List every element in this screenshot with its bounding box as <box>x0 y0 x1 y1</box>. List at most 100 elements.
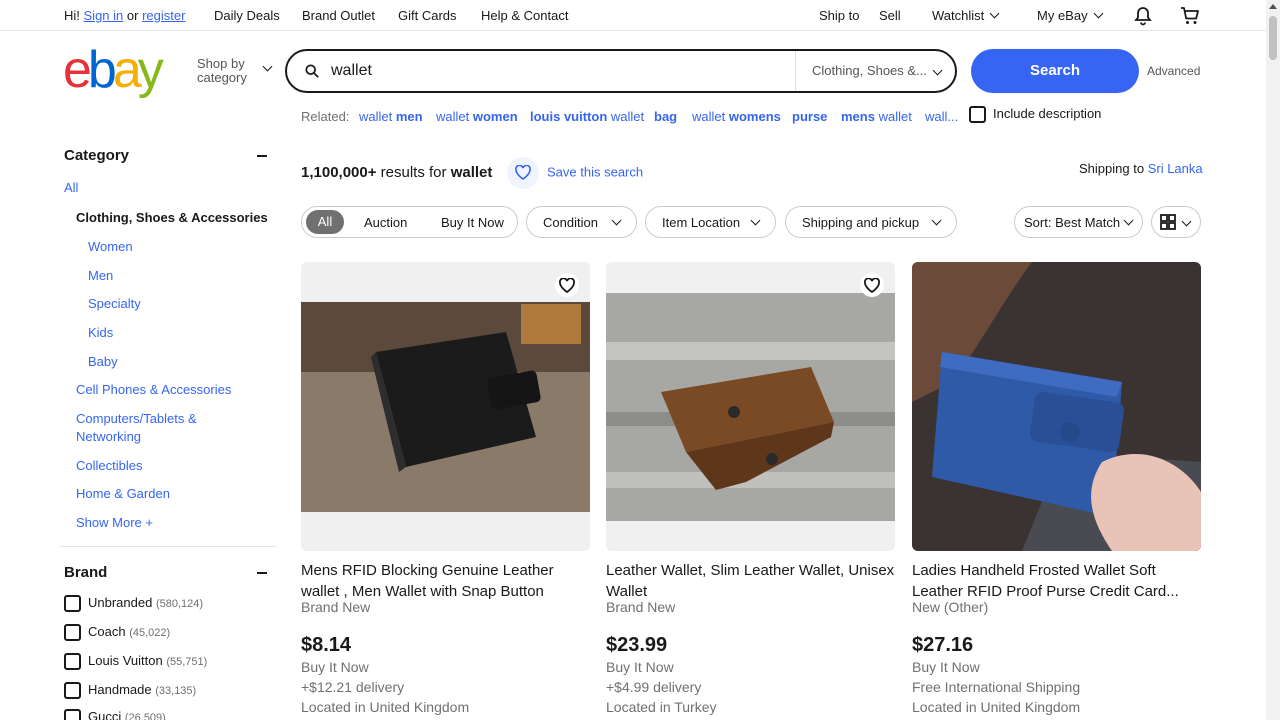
brand-option[interactable]: Handmade (33,135) <box>64 682 196 700</box>
page-scrollbar[interactable] <box>1266 0 1280 720</box>
listing-image[interactable] <box>606 262 895 551</box>
bell-icon[interactable] <box>1133 6 1153 29</box>
checkbox[interactable] <box>64 682 81 700</box>
related-link[interactable]: louis vuitton wallet <box>530 109 644 124</box>
gift-cards-link[interactable]: Gift Cards <box>398 8 457 23</box>
subcategory-link[interactable]: Specialty <box>88 296 141 311</box>
related-link[interactable]: wallet women <box>436 109 518 124</box>
subcategory-link[interactable]: Kids <box>88 325 113 340</box>
brand-option[interactable]: Louis Vuitton (55,751) <box>64 653 207 671</box>
listing-condition: New (Other) <box>912 599 989 615</box>
format-auction-tab[interactable]: Auction <box>364 215 407 230</box>
count-value: 1,100,000+ <box>301 164 377 181</box>
brand-option[interactable]: Coach (45,022) <box>64 624 170 642</box>
ship-to-link[interactable]: Ship to <box>819 8 859 23</box>
format-buy-it-now-tab[interactable]: Buy It Now <box>441 215 504 230</box>
listing-card[interactable]: Mens RFID Blocking Genuine Leather walle… <box>301 262 590 715</box>
listing-title[interactable]: Leather Wallet, Slim Leather Wallet, Uni… <box>606 560 895 602</box>
category-link[interactable]: Computers/Tablets & <box>76 411 197 426</box>
sign-in-link[interactable]: Sign in <box>84 8 124 23</box>
listing-shipping: +$12.21 delivery <box>301 679 405 695</box>
category-link-cont[interactable]: Networking <box>76 429 141 444</box>
sort-dropdown[interactable]: Sort: Best Match <box>1014 206 1143 238</box>
brand-outlet-link[interactable]: Brand Outlet <box>302 8 375 23</box>
current-category: Clothing, Shoes & Accessories <box>76 210 268 225</box>
shipping-filter[interactable]: Shipping and pickup <box>785 206 957 238</box>
listing-image[interactable] <box>301 262 590 551</box>
collapse-icon[interactable] <box>257 572 267 574</box>
category-link[interactable]: Collectibles <box>76 458 142 473</box>
help-contact-link[interactable]: Help & Contact <box>481 8 568 23</box>
listing-format: Buy It Now <box>606 659 674 675</box>
subcategory-link[interactable]: Baby <box>88 354 118 369</box>
shipping-to-label: Shipping to <box>1079 161 1145 176</box>
format-all-tab[interactable]: All <box>306 210 344 234</box>
view-toggle[interactable] <box>1151 206 1201 238</box>
category-all-link[interactable]: All <box>64 180 78 195</box>
show-more-button[interactable]: Show More + <box>76 515 153 530</box>
save-search-button[interactable]: Save this search <box>507 157 643 189</box>
subcategory-link[interactable]: Women <box>88 239 133 254</box>
condition-label: Condition <box>543 215 598 230</box>
listing-card[interactable]: Leather Wallet, Slim Leather Wallet, Uni… <box>606 262 895 715</box>
collapse-icon[interactable] <box>257 155 267 157</box>
scrollbar-thumb[interactable] <box>1269 16 1277 60</box>
chevron-down-icon <box>1181 216 1192 227</box>
category-heading: Category <box>64 147 130 164</box>
search-button[interactable]: Search <box>971 49 1139 93</box>
include-description-checkbox[interactable]: Include description <box>969 106 1101 124</box>
listing-card[interactable]: Ladies Handheld Frosted Wallet Soft Leat… <box>912 262 1201 715</box>
brand-count: (580,124) <box>155 598 204 610</box>
watchlist-menu[interactable]: Watchlist <box>932 8 1000 23</box>
category-select[interactable]: Clothing, Shoes &... <box>795 51 955 91</box>
item-location-filter[interactable]: Item Location <box>645 206 776 238</box>
category-link[interactable]: Home & Garden <box>76 486 170 501</box>
related-text: wallet <box>874 109 912 124</box>
related-bold: louis vuitton <box>530 109 608 124</box>
category-link[interactable]: Cell Phones & Accessories <box>76 382 231 397</box>
category-select-value: Clothing, Shoes &... <box>812 63 927 78</box>
advanced-search-link[interactable]: Advanced <box>1147 64 1200 78</box>
related-link[interactable]: bag <box>654 109 677 124</box>
chevron-down-icon <box>1123 215 1134 226</box>
listing-price: $27.16 <box>912 634 974 656</box>
register-link[interactable]: register <box>142 8 185 23</box>
watch-heart-button[interactable] <box>860 273 884 297</box>
brand-name: Louis Vuitton <box>88 653 163 668</box>
daily-deals-link[interactable]: Daily Deals <box>214 8 280 23</box>
related-link[interactable]: wallet men <box>359 109 423 124</box>
related-link[interactable]: mens wallet <box>841 109 912 124</box>
scroll-up-arrow-icon[interactable] <box>1269 4 1277 9</box>
condition-filter[interactable]: Condition <box>526 206 637 238</box>
brand-option[interactable]: Unbranded (580,124) <box>64 595 204 613</box>
search-icon <box>305 64 319 78</box>
related-link[interactable]: wall... <box>925 109 958 124</box>
related-link[interactable]: wallet womens <box>692 109 781 124</box>
plus-icon: + <box>145 515 153 530</box>
checkbox[interactable] <box>969 106 986 124</box>
cart-icon[interactable] <box>1180 6 1200 29</box>
watch-heart-button[interactable] <box>555 273 579 297</box>
related-link[interactable]: purse <box>792 109 827 124</box>
subcategory-link[interactable]: Men <box>88 268 113 283</box>
listing-title[interactable]: Ladies Handheld Frosted Wallet Soft Leat… <box>912 560 1201 602</box>
search-input[interactable]: wallet <box>331 62 372 80</box>
chevron-down-icon <box>611 215 622 226</box>
shop-by-category-button[interactable]: Shop by category <box>197 57 273 85</box>
checkbox[interactable] <box>64 653 81 671</box>
sell-link[interactable]: Sell <box>879 8 901 23</box>
checkbox[interactable] <box>64 595 81 613</box>
related-bold: women <box>472 109 518 124</box>
top-utility-bar: Hi! Sign in or register Daily Deals Bran… <box>0 0 1266 31</box>
greeting-text: Hi! <box>64 8 80 23</box>
my-ebay-menu[interactable]: My eBay <box>1037 8 1104 23</box>
related-bold: mens <box>841 109 875 124</box>
checkbox[interactable] <box>64 709 81 720</box>
listing-title[interactable]: Mens RFID Blocking Genuine Leather walle… <box>301 560 590 602</box>
checkbox[interactable] <box>64 624 81 642</box>
shipping-country-link[interactable]: Sri Lanka <box>1148 161 1203 176</box>
ebay-logo[interactable]: ebay <box>63 44 164 96</box>
brand-option[interactable]: Gucci (26,509) <box>64 709 166 720</box>
listing-image[interactable] <box>912 262 1201 551</box>
listing-price: $23.99 <box>606 634 668 656</box>
